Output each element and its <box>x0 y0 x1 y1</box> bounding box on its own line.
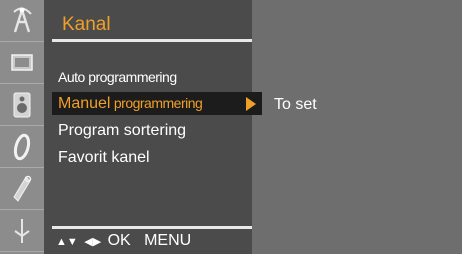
left-right-arrows-icon: ◀▶ <box>84 236 102 248</box>
menu-item-label: Program sortering <box>58 122 187 139</box>
menu-item-label-rest: programmering <box>110 95 203 111</box>
to-set-hint: To set <box>274 96 317 113</box>
title-divider <box>52 39 252 42</box>
submenu-arrow-icon <box>246 97 256 111</box>
menu-title: Kanal <box>62 14 111 35</box>
menu-item-auto-programmering[interactable]: Auto programmering <box>52 66 260 89</box>
menu-item-label: Favorit kanel <box>58 149 150 166</box>
time-icon[interactable] <box>0 126 44 168</box>
menu-item-program-sortering[interactable]: Program sortering <box>52 119 260 142</box>
special-icon[interactable] <box>0 168 44 210</box>
screen-icon[interactable] <box>0 210 44 252</box>
antenna-icon[interactable] <box>0 0 44 42</box>
footer-divider <box>52 226 252 229</box>
category-icon-bar <box>0 0 44 254</box>
picture-icon[interactable] <box>0 42 44 84</box>
menu-item-manuel-programmering[interactable]: Manuel programmering <box>52 92 262 115</box>
up-down-arrows-icon: ▲▼ <box>56 236 78 248</box>
kanal-menu-panel: Kanal Auto programmering Manuel programm… <box>44 0 262 254</box>
menu-item-label-main: Manuel <box>58 95 111 112</box>
ok-key-label: OK <box>107 232 131 249</box>
menu-key-label: MENU <box>144 232 192 249</box>
navigation-hint: ▲▼ ◀▶ OK MENU <box>56 231 191 252</box>
menu-item-favorit-kanel[interactable]: Favorit kanel <box>52 146 260 169</box>
tv-osd-screen: Kanal Auto programmering Manuel programm… <box>0 0 462 254</box>
menu-item-label: Auto programmering <box>58 69 177 85</box>
sound-icon[interactable] <box>0 84 44 126</box>
